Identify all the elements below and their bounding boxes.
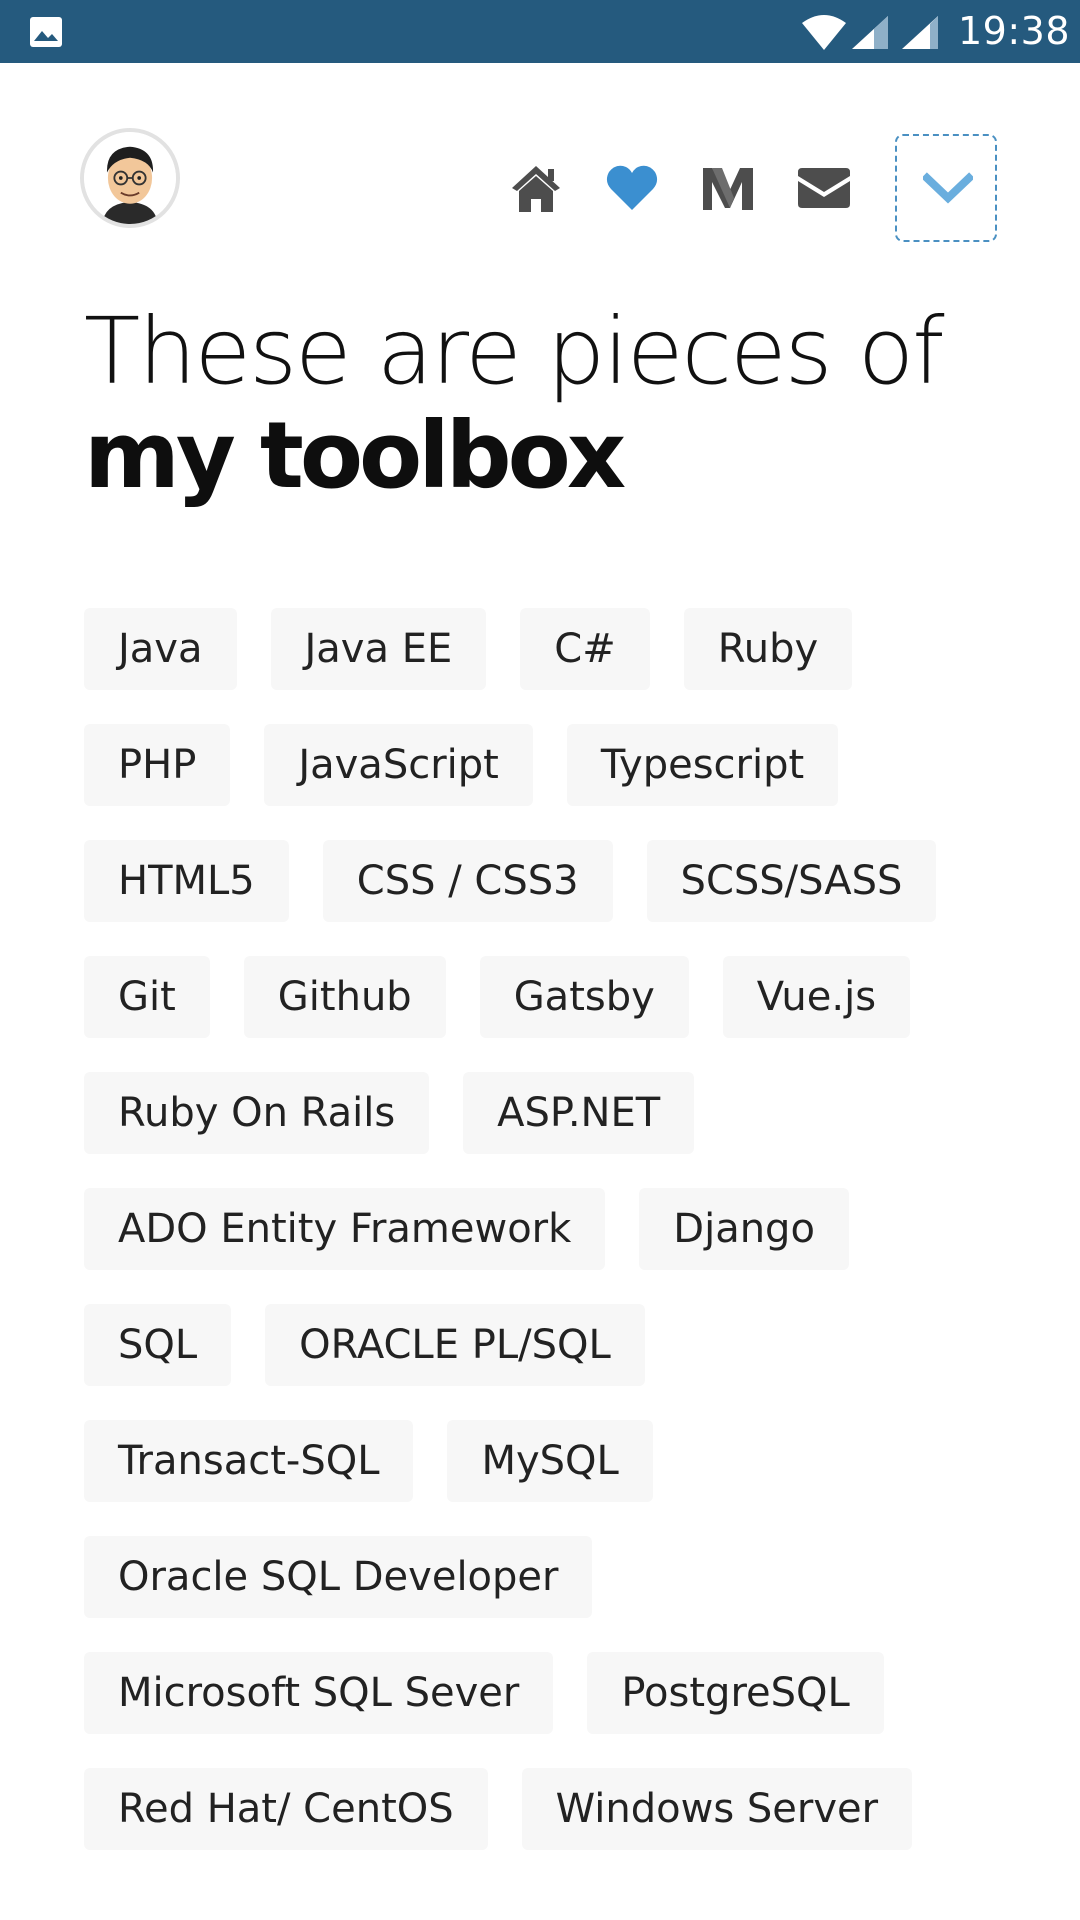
- skill-tag: SCSS/SASS: [646, 840, 937, 922]
- chevron-down-icon: [923, 172, 973, 204]
- home-icon[interactable]: [508, 160, 564, 216]
- skill-tag: ADO Entity Framework: [84, 1188, 606, 1270]
- skill-tag: Microsoft SQL Sever: [84, 1652, 554, 1734]
- wifi-icon: [802, 15, 846, 50]
- skill-tag: ORACLE PL/SQL: [265, 1304, 645, 1386]
- skills-tag-list: Java Java EE C# Ruby PHP JavaScript Typescript…: [84, 608, 1004, 1850]
- skill-tag: CSS / CSS3: [322, 840, 613, 922]
- skill-tag: Oracle SQL Developer: [84, 1536, 593, 1618]
- title-line-1: These are pieces of: [84, 298, 945, 405]
- skill-tag: Red Hat/ CentOS: [84, 1768, 488, 1850]
- skill-tag: Github: [243, 956, 446, 1038]
- skill-tag: Transact-SQL: [84, 1420, 414, 1502]
- skill-tag: Ruby: [683, 608, 853, 690]
- skill-tag: Gatsby: [479, 956, 689, 1038]
- heart-icon[interactable]: [604, 160, 660, 216]
- gallery-icon: [30, 17, 62, 47]
- skill-tag: PostgreSQL: [587, 1652, 884, 1734]
- skill-tag: C#: [520, 608, 650, 690]
- medium-icon[interactable]: [700, 160, 756, 216]
- skill-tag: SQL: [84, 1304, 232, 1386]
- skill-tag: Git: [84, 956, 210, 1038]
- skill-tag: Java: [84, 608, 237, 690]
- signal-icon: [902, 16, 938, 49]
- avatar-image: [84, 132, 176, 224]
- status-bar: 19:38: [0, 0, 1080, 63]
- signal-icon: [852, 16, 888, 49]
- skill-tag: Vue.js: [722, 956, 911, 1038]
- skill-tag: HTML5: [84, 840, 289, 922]
- skill-tag: ASP.NET: [463, 1072, 695, 1154]
- mail-icon[interactable]: [796, 160, 852, 216]
- skill-tag: Django: [639, 1188, 849, 1270]
- skill-tag: JavaScript: [264, 724, 533, 806]
- page-title: These are pieces of my toolbox: [84, 300, 1004, 508]
- title-line-2: my toolbox: [84, 402, 626, 509]
- status-time: 19:38: [958, 9, 1071, 53]
- skill-tag: Windows Server: [521, 1768, 913, 1850]
- skill-tag: PHP: [84, 724, 231, 806]
- skill-tag: Typescript: [566, 724, 839, 806]
- menu-toggle-button[interactable]: [895, 134, 997, 242]
- avatar[interactable]: [80, 128, 180, 228]
- skill-tag: MySQL: [447, 1420, 653, 1502]
- skill-tag: Java EE: [270, 608, 487, 690]
- skill-tag: Ruby On Rails: [84, 1072, 430, 1154]
